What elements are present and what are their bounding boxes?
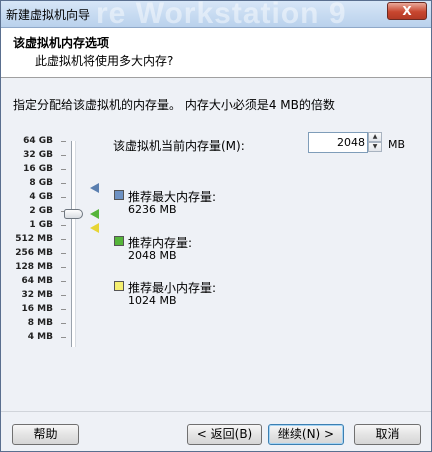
scale-tick — [61, 197, 66, 198]
close-button[interactable]: X — [387, 2, 427, 20]
memory-slider-track[interactable] — [71, 141, 76, 347]
scale-tick — [61, 155, 66, 156]
scale-label: 4 MB — [27, 332, 53, 342]
legend-recommended-value: 2048 MB — [128, 249, 177, 262]
max-swatch-icon — [114, 190, 124, 200]
scale-label: 16 GB — [23, 164, 53, 174]
spin-down-icon[interactable]: ▼ — [368, 142, 382, 152]
scale-tick — [61, 141, 66, 142]
recommended-swatch-icon — [114, 236, 124, 246]
memory-slider-thumb[interactable] — [64, 209, 83, 219]
scale-label: 8 MB — [27, 318, 53, 328]
scale-label: 64 GB — [23, 136, 53, 146]
scale-tick — [61, 337, 66, 338]
next-button[interactable]: 继续(N) > — [268, 424, 344, 445]
title-bar[interactable]: re Workstation 9 新建虚拟机向导 X — [1, 1, 431, 28]
scale-label: 4 GB — [29, 192, 53, 202]
scale-tick — [61, 183, 66, 184]
scale-label: 256 MB — [15, 248, 53, 258]
instruction-text: 指定分配给该虚拟机的内存量。 内存大小必须是4 MB的倍数 — [13, 98, 335, 112]
scale-tick — [61, 281, 66, 282]
scale-label: 64 MB — [21, 276, 53, 286]
scale-tick — [61, 267, 66, 268]
scale-tick — [61, 309, 66, 310]
window-title: 新建虚拟机向导 — [6, 8, 91, 22]
footer-divider — [1, 411, 431, 412]
new-vm-wizard-window: re Workstation 9 新建虚拟机向导 X 该虚拟机内存选项 此虚拟机… — [0, 0, 432, 452]
cancel-button[interactable]: 取消 — [354, 424, 421, 445]
page-title: 该虚拟机内存选项 — [13, 36, 110, 50]
memory-unit: MB — [388, 138, 406, 151]
scale-tick — [61, 225, 66, 226]
wizard-header: 该虚拟机内存选项 此虚拟机将使用多大内存? — [1, 28, 431, 78]
scale-tick — [61, 169, 66, 170]
memory-amount-label: 该虚拟机当前内存量(M): — [113, 139, 245, 153]
scale-tick — [61, 295, 66, 296]
scale-tick — [61, 323, 66, 324]
recommended-memory-marker-icon — [90, 209, 99, 219]
scale-tick — [61, 239, 66, 240]
min-memory-marker-icon — [90, 223, 99, 233]
title-watermark: re Workstation 9 — [96, 1, 347, 28]
back-button[interactable]: < 返回(B) — [187, 424, 262, 445]
scale-label: 16 MB — [21, 304, 53, 314]
legend-min-value: 1024 MB — [128, 294, 177, 307]
spin-up-icon[interactable]: ▲ — [368, 132, 382, 142]
memory-amount-input[interactable] — [308, 132, 368, 153]
scale-label: 2 GB — [29, 206, 53, 216]
scale-label: 1 GB — [29, 220, 53, 230]
memory-spinner[interactable]: ▲ ▼ — [368, 132, 382, 153]
help-button[interactable]: 帮助 — [12, 424, 79, 445]
scale-label: 128 MB — [15, 262, 53, 272]
legend-max-value: 6236 MB — [128, 203, 177, 216]
scale-tick — [61, 253, 66, 254]
min-swatch-icon — [114, 281, 124, 291]
scale-label: 512 MB — [15, 234, 53, 244]
max-memory-marker-icon — [90, 183, 99, 193]
scale-label: 32 MB — [21, 290, 53, 300]
page-subtitle: 此虚拟机将使用多大内存? — [35, 54, 174, 68]
scale-label: 32 GB — [23, 150, 53, 160]
scale-label: 8 GB — [29, 178, 53, 188]
